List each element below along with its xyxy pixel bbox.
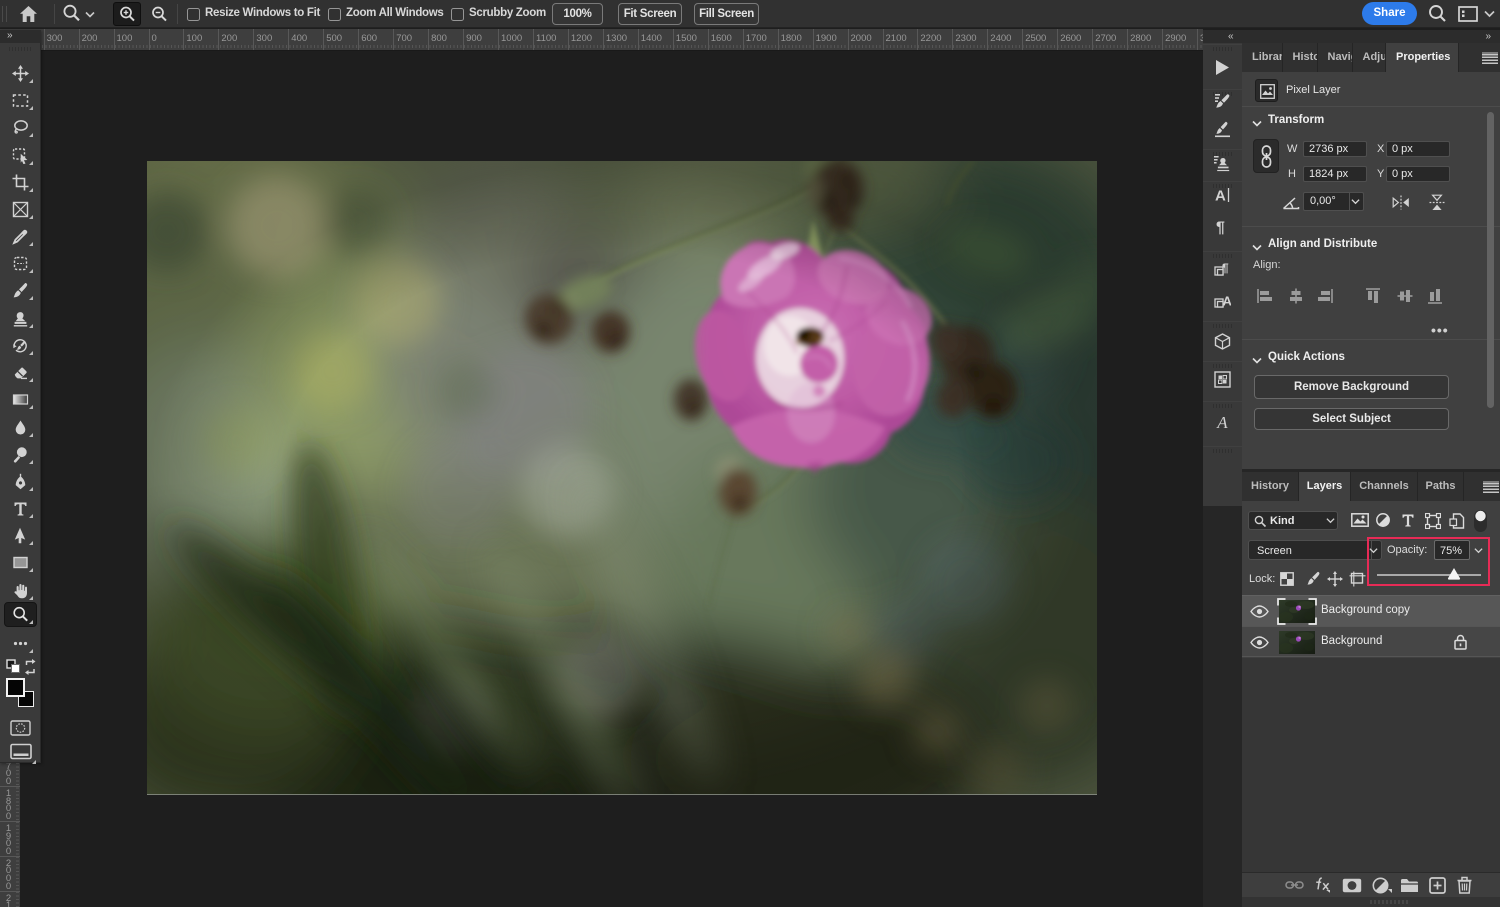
svg-text:A: A: [1215, 188, 1226, 205]
svg-text:¶: ¶: [1222, 261, 1229, 275]
svg-text:A: A: [1223, 294, 1232, 309]
svg-text:A: A: [1216, 414, 1228, 432]
svg-text:¶: ¶: [1216, 220, 1225, 237]
